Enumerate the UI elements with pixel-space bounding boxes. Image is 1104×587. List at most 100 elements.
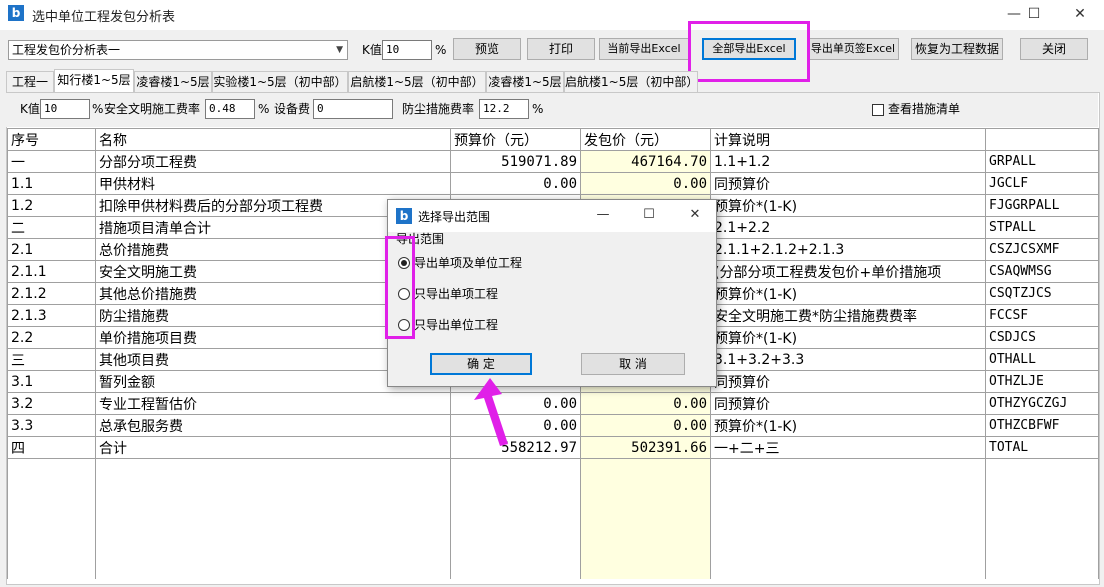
dialog-title-bar: b 选择导出范围 — ☐ ✕ — [388, 200, 716, 232]
tab-qihang-building[interactable]: 启航楼1~5层（初中部） — [348, 71, 486, 92]
table-cell: 三 — [7, 348, 96, 371]
tab-lingrui-building[interactable]: 凌睿楼1~5层 — [134, 71, 212, 92]
table-cell: 预算价*(1-K) — [710, 326, 986, 349]
param-k-label: K值 — [20, 102, 40, 116]
table-empty-cell — [580, 458, 711, 579]
table-cell: FJGGRPALL — [985, 194, 1099, 217]
table-header-cell: 名称 — [95, 128, 451, 151]
tab-lab-building[interactable]: 实验楼1~5层（初中部） — [212, 71, 348, 92]
export-range-dialog: b 选择导出范围 — ☐ ✕ 导出范围 导出单项及单位工程 只导出单项工程 只导… — [387, 199, 717, 387]
table-cell: OTHALL — [985, 348, 1099, 371]
table-cell: 同预算价 — [710, 392, 986, 415]
k-input[interactable]: 10 — [382, 40, 432, 60]
table-cell: 2.1 — [7, 238, 96, 261]
table-cell: 分部分项工程费 — [95, 150, 451, 173]
table-cell: 一+二+三 — [710, 436, 986, 459]
close-window-button[interactable]: ✕ — [1060, 2, 1100, 26]
safety-rate-input[interactable]: 0.48 — [205, 99, 255, 119]
report-type-select[interactable]: 工程发包价分析表一 ▼ — [8, 40, 348, 60]
title-bar: b 选中单位工程发包分析表 — ☐ ✕ — [0, 0, 1104, 30]
equipment-fee-label: 设备费 — [274, 102, 311, 116]
cancel-button[interactable]: 取 消 — [581, 353, 685, 375]
parameter-row: K值 10 % 安全文明施工费率 0.48 % 设备费 0 防尘措施费率 12.… — [6, 93, 1098, 127]
radio-export-both-label[interactable]: 导出单项及单位工程 — [414, 253, 522, 273]
maximize-button[interactable]: ☐ — [1014, 2, 1054, 26]
table-cell: 同预算价 — [710, 370, 986, 393]
table-row[interactable]: 1.1 甲供材料 0.00 0.00 同预算价 JGCLF — [7, 172, 1099, 195]
dialog-close-button[interactable]: ✕ — [680, 204, 710, 226]
table-cell: 0.00 — [450, 172, 581, 195]
table-cell: 同预算价 — [710, 172, 986, 195]
table-cell: 2.1.2 — [7, 282, 96, 305]
print-button[interactable]: 打印 — [527, 38, 595, 60]
table-empty-row — [7, 458, 1099, 579]
table-cell: 1.1+1.2 — [710, 150, 986, 173]
dialog-minimize-button[interactable]: — — [588, 204, 618, 226]
tab-qihang-building-2[interactable]: 启航楼1~5层（初中部） — [564, 71, 698, 92]
safety-rate-percent: % — [258, 102, 270, 116]
table-cell: 0.00 — [580, 392, 711, 415]
table-empty-cell — [95, 458, 451, 579]
table-empty-cell — [985, 458, 1099, 579]
table-cell: TOTAL — [985, 436, 1099, 459]
table-cell: CSDJCS — [985, 326, 1099, 349]
table-cell: 0.00 — [580, 414, 711, 437]
table-cell: FCCSF — [985, 304, 1099, 327]
table-cell: 3.2 — [7, 392, 96, 415]
table-cell: 预算价*(1-K) — [710, 414, 986, 437]
close-button[interactable]: 关闭 — [1020, 38, 1088, 60]
table-header-cell: 序号 — [7, 128, 96, 151]
table-cell: 一 — [7, 150, 96, 173]
table-cell: JGCLF — [985, 172, 1099, 195]
table-cell: 3.1 — [7, 370, 96, 393]
table-cell: 四 — [7, 436, 96, 459]
report-type-value: 工程发包价分析表一 — [12, 43, 121, 57]
table-cell: OTHZCBFWF — [985, 414, 1099, 437]
table-cell: 2.2 — [7, 326, 96, 349]
annotation-arrow — [474, 378, 508, 446]
table-cell: CSQTZJCS — [985, 282, 1099, 305]
table-cell: 502391.66 — [580, 436, 711, 459]
radio-export-single-project-label[interactable]: 只导出单项工程 — [414, 284, 498, 304]
table-cell: 预算价*(1-K) — [710, 194, 986, 217]
table-cell: 二 — [7, 216, 96, 239]
dialog-app-icon: b — [396, 208, 412, 224]
table-row[interactable]: 四合计 558212.97 502391.66 一+二+三 TOTAL — [7, 436, 1099, 459]
table-cell: GRPALL — [985, 150, 1099, 173]
table-row[interactable]: 一分部分项工程费 519071.89 467164.70 1.1+1.2 GRPALL — [7, 150, 1099, 173]
dust-rate-percent: % — [532, 102, 544, 116]
radio-export-unit-project-label[interactable]: 只导出单位工程 — [414, 315, 498, 335]
table-empty-cell — [710, 458, 986, 579]
table-cell: 519071.89 — [450, 150, 581, 173]
table-cell: 2.1+2.2 — [710, 216, 986, 239]
table-cell: 1.2 — [7, 194, 96, 217]
table-cell: 1.1 — [7, 172, 96, 195]
table-cell: STPALL — [985, 216, 1099, 239]
export-current-excel-button[interactable]: 当前导出Excel — [599, 38, 689, 60]
tab-lingrui-building-2[interactable]: 凌睿楼1~5层 — [486, 71, 564, 92]
table-cell: 安全文明施工费*防尘措施费费率 — [710, 304, 986, 327]
param-k-input[interactable]: 10 — [40, 99, 90, 119]
equipment-fee-input[interactable]: 0 — [313, 99, 393, 119]
dialog-maximize-button[interactable]: ☐ — [634, 204, 664, 226]
table-row[interactable]: 3.3 总承包服务费 0.00 0.00 预算价*(1-K) OTHZCBFWF — [7, 414, 1099, 437]
view-measures-checkbox[interactable] — [872, 104, 884, 116]
param-k-percent: % — [92, 102, 104, 116]
dust-rate-label: 防尘措施费率 — [402, 102, 475, 116]
preview-button[interactable]: 预览 — [453, 38, 521, 60]
export-single-page-excel-button[interactable]: 导出单页签Excel — [807, 38, 899, 60]
table-row[interactable]: 3.2 专业工程暂估价 0.00 0.00 同预算价 OTHZYGCZGJ — [7, 392, 1099, 415]
safety-rate-label: 安全文明施工费率 — [104, 102, 201, 116]
table-cell: 预算价*(1-K) — [710, 282, 986, 305]
toolbar: 工程发包价分析表一 ▼ K值 10 % 预览 打印 当前导出Excel 全部导出… — [0, 30, 1104, 70]
k-label: K值 — [362, 43, 382, 57]
table-cell: 专业工程暂估价 — [95, 392, 451, 415]
restore-project-data-button[interactable]: 恢复为工程数据 — [911, 38, 1003, 60]
highlight-box-radio-options — [385, 236, 415, 339]
dust-rate-input[interactable]: 12.2 — [479, 99, 529, 119]
table-cell: OTHZLJE — [985, 370, 1099, 393]
tab-zhixing-building[interactable]: 知行楼1~5层 — [54, 69, 134, 93]
tab-project-1[interactable]: 工程一 — [6, 71, 54, 92]
view-measures-label: 查看措施清单 — [888, 102, 961, 116]
table-header-cell: 计算说明 — [710, 128, 986, 151]
